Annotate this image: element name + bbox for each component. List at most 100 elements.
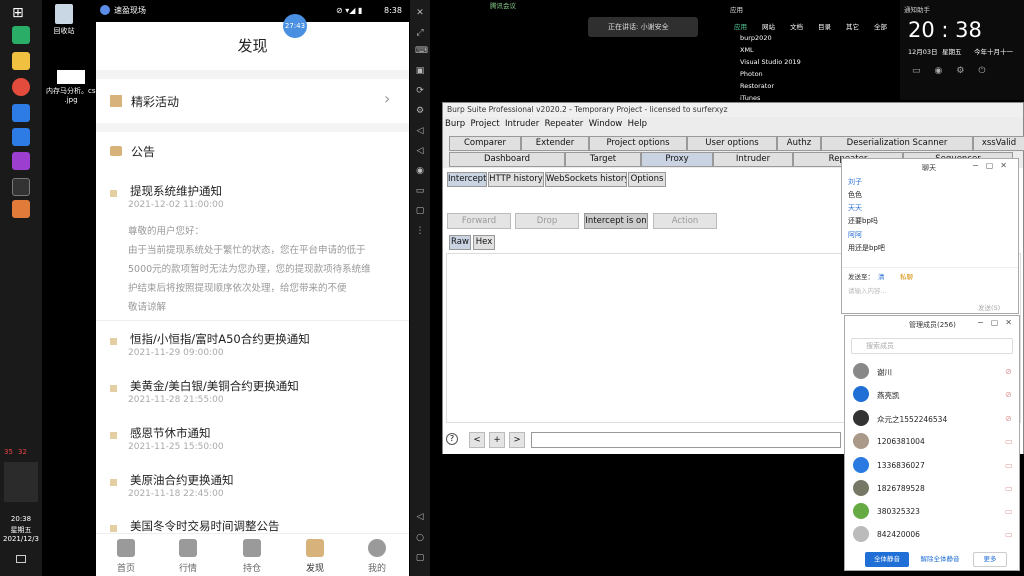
nav-positions[interactable]: 持仓 (232, 539, 272, 574)
back-icon[interactable]: ◁ (415, 512, 425, 522)
help-icon[interactable]: ? (446, 433, 458, 445)
subtab-options[interactable]: Options (628, 172, 666, 187)
app-item[interactable]: iTunes (740, 94, 760, 102)
nav-market[interactable]: 行情 (168, 539, 208, 574)
tab-project-options[interactable]: Project options (589, 136, 687, 151)
launcher-tab[interactable]: 全部 (874, 21, 887, 31)
jpg-file[interactable]: 内存马分析。cs20 .jpg (46, 70, 104, 104)
video-off-icon[interactable]: ▭ (1005, 437, 1013, 446)
activity-label: 精彩活动 (131, 95, 180, 109)
forward-button[interactable]: Forward (447, 213, 511, 229)
tab-proxy[interactable]: Proxy (641, 152, 713, 167)
drop-button[interactable]: Drop (515, 213, 579, 229)
video-off-icon[interactable]: ▭ (1005, 507, 1013, 516)
tab-extender[interactable]: Extender (521, 136, 589, 151)
video-off-icon[interactable]: ▭ (1005, 530, 1013, 539)
tab-xssvalid[interactable]: xssValid (973, 136, 1024, 151)
close-icon[interactable]: ✕ (415, 8, 425, 18)
mic-muted-icon[interactable]: ⊘ (1005, 414, 1012, 423)
notification-icon[interactable] (16, 555, 26, 563)
app-colorful-icon[interactable] (12, 152, 30, 170)
quick-action-icons[interactable]: ▭◉⚙⏻ (912, 66, 1022, 92)
more-icon[interactable]: ⋮ (415, 226, 425, 236)
menu-item[interactable]: Intruder (505, 119, 539, 129)
wechat-icon[interactable] (12, 26, 30, 44)
video-off-icon[interactable]: ▭ (1005, 461, 1013, 470)
nav-home[interactable]: 首页 (106, 539, 146, 574)
recycle-bin[interactable]: 回收站 (48, 4, 80, 36)
settings-icon[interactable]: ⚙ (415, 106, 425, 116)
tab-target[interactable]: Target (565, 152, 641, 167)
tab-user-options[interactable]: User options (687, 136, 777, 151)
message-input[interactable]: 请输入内容... (848, 285, 887, 295)
send-option[interactable]: 清 (878, 271, 885, 281)
launcher-tab[interactable]: 目录 (818, 21, 831, 31)
tab-deserialization-scanner[interactable]: Deserialization Scanner (821, 136, 973, 151)
launcher-tab[interactable]: 文档 (790, 21, 803, 31)
subtab-websockets-history[interactable]: WebSockets history (545, 172, 627, 187)
nav-discover[interactable]: 发现 (295, 539, 335, 574)
unmute-all-button[interactable]: 解除全体静音 (917, 552, 963, 567)
menu-item[interactable]: Window (589, 119, 623, 129)
keyboard-icon[interactable]: ⌨ (415, 46, 428, 56)
tab-authz[interactable]: Authz (777, 136, 821, 151)
subtab-http-history[interactable]: HTTP history (488, 172, 544, 187)
windows-start-icon[interactable]: ⊞ (12, 4, 30, 22)
send-button[interactable]: 发送(S) (978, 302, 1000, 312)
fullscreen-icon[interactable]: ⤢ (415, 28, 425, 38)
send-option[interactable]: 私聊 (900, 271, 913, 281)
app-item[interactable]: burp2020 (740, 34, 772, 42)
tab-comparer[interactable]: Comparer (449, 136, 521, 151)
chrome-icon[interactable] (12, 78, 30, 96)
mic-muted-icon[interactable]: ⊘ (1005, 367, 1012, 376)
tab-intruder[interactable]: Intruder (713, 152, 793, 167)
intercept-toggle-button[interactable]: Intercept is on (584, 213, 648, 229)
launcher-tab[interactable]: 应用 (734, 21, 747, 31)
location-icon[interactable]: ◉ (415, 166, 425, 176)
recents-icon[interactable]: ▢ (415, 553, 425, 563)
recording-bubble[interactable]: 27:43 (283, 14, 307, 38)
rotate-icon[interactable]: ⟳ (415, 86, 425, 96)
menu-item[interactable]: Burp (445, 119, 465, 129)
tab-dashboard[interactable]: Dashboard (449, 152, 565, 167)
prev-button[interactable]: < (469, 432, 485, 448)
subtab-intercept[interactable]: Intercept (447, 172, 487, 187)
app-item[interactable]: XML (740, 46, 754, 54)
folder-icon[interactable]: ▭ (415, 186, 425, 196)
member-search-input[interactable]: 搜索成员 (851, 338, 1013, 354)
activity-row[interactable]: 精彩活动 › (96, 79, 409, 123)
menu-item[interactable]: Project (471, 119, 500, 129)
app-chat-icon[interactable] (12, 128, 30, 146)
next-button[interactable]: > (509, 432, 525, 448)
home-button-icon[interactable]: ○ (415, 533, 425, 543)
add-button[interactable]: + (489, 432, 505, 448)
terminal-icon[interactable] (12, 178, 30, 196)
view-tab-hex[interactable]: Hex (473, 235, 495, 250)
video-off-icon[interactable]: ▭ (1005, 484, 1013, 493)
menu-item[interactable]: Repeater (545, 119, 584, 129)
launcher-tab[interactable]: 网站 (762, 21, 775, 31)
search-input[interactable] (531, 432, 841, 448)
app-item[interactable]: Restorator (740, 82, 774, 90)
volume-down-icon[interactable]: ◁ (415, 146, 425, 156)
chat-window: 聊天 −▢✕ 刘子 色色 天天 还要bp吗 阿阿 用还是bp吧 发送至： 清 私… (841, 158, 1019, 314)
mute-all-button[interactable]: 全体静音 (865, 552, 909, 567)
screenshot-icon[interactable]: ▣ (415, 66, 425, 76)
window-controls[interactable]: −▢✕ (972, 161, 1014, 170)
app-item[interactable]: Visual Studio 2019 (740, 58, 801, 66)
launcher-tab[interactable]: 其它 (846, 21, 859, 31)
tray-icons[interactable] (4, 462, 38, 502)
camera-icon[interactable]: ▢ (415, 206, 425, 216)
menu-item[interactable]: Help (628, 119, 647, 129)
nav-profile[interactable]: 我的 (357, 539, 397, 574)
view-tab-raw[interactable]: Raw (449, 235, 471, 250)
app-item[interactable]: Photon (740, 70, 763, 78)
app-blue-icon[interactable] (12, 104, 30, 122)
volume-up-icon[interactable]: ◁ (415, 126, 425, 136)
action-button[interactable]: Action (653, 213, 717, 229)
burp-taskbar-icon[interactable] (12, 200, 30, 218)
more-button[interactable]: 更多 (973, 552, 1007, 567)
mic-muted-icon[interactable]: ⊘ (1005, 390, 1012, 399)
window-controls[interactable]: −▢✕ (977, 318, 1019, 327)
file-explorer-icon[interactable] (12, 52, 30, 70)
